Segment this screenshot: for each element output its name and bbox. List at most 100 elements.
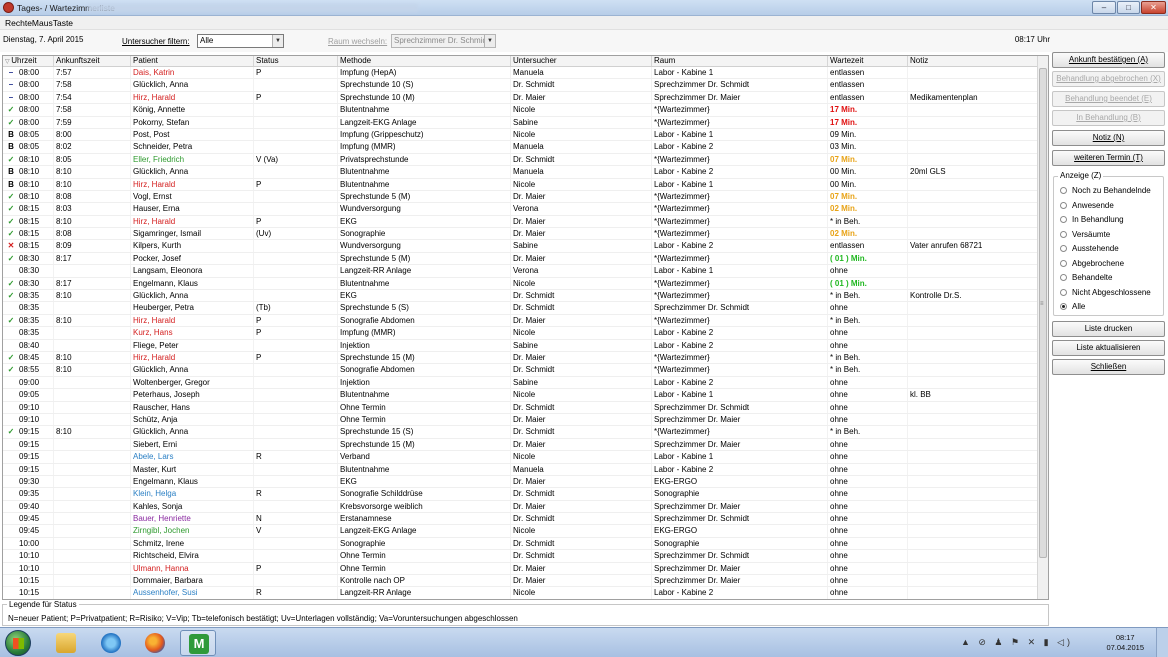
table-row[interactable]: 08:40 Fliege, Peter Injektion Sabine Labor -… [3, 339, 1038, 352]
table-row[interactable]: –08:00 7:54 Hirz, Harald P Sprechstunde 10 (… [3, 91, 1038, 105]
column-header-status[interactable]: Status [254, 56, 338, 66]
table-row[interactable]: 10:10 Ulmann, Hanna P Ohne Termin Dr. Maier S… [3, 562, 1038, 576]
cell-patient: Post, Post [131, 128, 254, 141]
table-row[interactable]: B 08:05 8:00 Post, Post Impfung (Grippeschut… [3, 128, 1038, 142]
display-option-radio[interactable]: In Behandlung [1060, 215, 1124, 226]
table-row[interactable]: ✓ 08:15 8:08 Sigamringer, Ismail (Uv) Sonogra… [3, 228, 1038, 241]
table-row[interactable]: ✓ 08:10 8:05 Eller, Friedrich V (Va) Privatsp… [3, 153, 1038, 167]
treatment-finished-button[interactable]: Behandlung beendet (E) [1052, 91, 1165, 107]
status-mark-icon: ✓ [7, 229, 15, 239]
column-header-time[interactable]: ▽ Uhrzeit [3, 56, 54, 66]
table-row[interactable]: 09:05 Peterhaus, Joseph Blutentnahme Nicole… [3, 389, 1038, 402]
column-header-wait[interactable]: Wartezeit [828, 56, 908, 66]
cell-room: Sonographie [652, 488, 828, 500]
table-row[interactable]: 09:10 Schütz, Anja Ohne Termin Dr. Maier Spr… [3, 413, 1038, 427]
cell-status: P [254, 91, 338, 104]
table-row[interactable]: B 08:10 8:10 Glücklich, Anna Blutentnahme Man… [3, 166, 1038, 179]
table-row[interactable]: 09:30 Engelmann, Klaus EKG Dr. Maier EKG-ERG… [3, 475, 1038, 489]
show-desktop-button[interactable] [1156, 628, 1168, 657]
table-row[interactable]: 10:00 Schmitz, Irene Sonographie Dr. Schmid… [3, 537, 1038, 551]
display-option-radio[interactable]: Alle [1060, 302, 1085, 313]
cell-examiner: Nicole [511, 277, 652, 290]
table-row[interactable]: ✓ 08:35 8:10 Glücklich, Anna EKG Dr. Schmidt *… [3, 290, 1038, 303]
next-appointment-button[interactable]: weiteren Termin (T) [1052, 150, 1165, 166]
taskbar-internet-explorer[interactable] [93, 630, 129, 656]
in-treatment-button[interactable]: In Behandlung (B) [1052, 110, 1165, 126]
table-row[interactable]: 09:45 Zirngibl, Jochen V Langzeit-EKG Anlag… [3, 525, 1038, 538]
table-row[interactable]: 09:10 Rauscher, Hans Ohne Termin Dr. Schmid… [3, 401, 1038, 414]
close-button[interactable]: Schließen [1052, 359, 1165, 375]
cell-status [254, 575, 338, 587]
confirm-arrival-button[interactable]: Ankunft bestätigen (A) [1052, 52, 1165, 68]
table-row[interactable]: 08:30 Langsam, Eleonora Langzeit-RR Anlage… [3, 265, 1038, 278]
column-header-examiner[interactable]: Untersucher [511, 56, 652, 66]
column-header-arrival[interactable]: Ankunftszeit [54, 56, 131, 66]
column-header-patient[interactable]: Patient [131, 56, 254, 66]
table-row[interactable]: 09:15 Master, Kurt Blutentnahme Manuela Labo… [3, 463, 1038, 476]
cell-time: 10:10 [3, 550, 54, 562]
cell-patient: Ulmann, Hanna [131, 562, 254, 575]
room-change-select[interactable]: Sprechzimmer Dr. Schmidt ▼ [391, 34, 496, 48]
table-row[interactable]: 10:15 Aussenhofer, Susi R Langzeit-RR Anlag… [3, 587, 1038, 599]
table-row[interactable]: B 08:10 8:10 Hirz, Harald P Blutentnahme Nicol… [3, 178, 1038, 191]
table-row[interactable]: 10:15 Dornmaier, Barbara Kontrolle nach OP… [3, 575, 1038, 588]
display-option-radio[interactable]: Noch zu Behandelnde [1060, 186, 1151, 197]
table-row[interactable]: 08:35 Kurz, Hans P Impfung (MMR) Nicole Labor… [3, 327, 1038, 340]
table-row[interactable]: 09:00 Woltenberger, Gregor Injektion Sabine… [3, 376, 1038, 390]
treatment-aborted-button[interactable]: Behandlung abgebrochen (X) [1052, 71, 1165, 87]
close-window-button[interactable]: ✕ [1141, 1, 1166, 14]
table-row[interactable]: ✓ 08:35 8:10 Hirz, Harald P Sonografie Abdome… [3, 314, 1038, 328]
cell-room: Labor - Kabine 2 [652, 339, 828, 351]
scrollbar-thumb[interactable] [1039, 68, 1047, 558]
column-header-method[interactable]: Methode [338, 56, 511, 66]
column-header-room[interactable]: Raum [652, 56, 828, 66]
print-list-button[interactable]: Liste drucken [1052, 321, 1165, 337]
table-row[interactable]: ✓ 08:30 8:17 Engelmann, Klaus Blutentnahme Ni… [3, 277, 1038, 291]
vertical-scrollbar[interactable]: ≡ [1037, 56, 1048, 599]
display-option-radio[interactable]: Nicht Abgeschlossene [1060, 288, 1151, 299]
table-row[interactable]: 10:10 Richtscheid, Elvira Ohne Termin Dr. S… [3, 550, 1038, 563]
taskbar-medical-app[interactable]: M [180, 630, 216, 656]
system-tray-icons[interactable]: ▲ ⊘ ♟ ⚑ ✕ ▮ ◁) [961, 637, 1073, 648]
table-row[interactable]: 09:35 Klein, Helga R Sonografie Schilddrüse… [3, 488, 1038, 501]
table-row[interactable]: 09:15 Abele, Lars R Verband Nicole Labor - Ka… [3, 451, 1038, 464]
cell-examiner: Dr. Schmidt [511, 364, 652, 376]
column-header-note[interactable]: Notiz [908, 56, 1038, 66]
table-row[interactable]: ✓ 08:15 8:10 Hirz, Harald P EKG Dr. Maier *{War… [3, 215, 1038, 229]
cell-room: EKG-ERGO [652, 475, 828, 488]
refresh-list-button[interactable]: Liste aktualisieren [1052, 340, 1165, 356]
table-row[interactable]: ✓ 08:15 8:03 Hauser, Erna Wundversorgung Vero… [3, 203, 1038, 216]
display-option-radio[interactable]: Behandelte [1060, 273, 1112, 284]
display-option-radio[interactable]: Versäumte [1060, 230, 1110, 241]
note-button[interactable]: Notiz (N) [1052, 130, 1165, 146]
taskbar-explorer[interactable] [48, 630, 84, 656]
cell-arrival: 8:10 [54, 314, 131, 327]
table-row[interactable]: ✓ 08:00 7:58 König, Annette Blutentnahme Nico… [3, 104, 1038, 117]
maximize-button[interactable]: □ [1117, 1, 1140, 14]
table-row[interactable]: ✓ 08:00 7:59 Pokorny, Stefan Langzeit-EKG An… [3, 116, 1038, 129]
table-row[interactable]: ✓ 08:10 8:08 Vogl, Ernst Sprechstunde 5 (M) D… [3, 190, 1038, 204]
table-row[interactable]: ✕ 08:15 8:09 Kilpers, Kurth Wundversorgung Sa… [3, 240, 1038, 253]
table-row[interactable]: –08:00 7:57 Dais, Katrin P Impfung (HepA) Man… [3, 67, 1038, 80]
minimize-button[interactable]: – [1092, 1, 1116, 14]
display-option-radio[interactable]: Abgebrochene [1060, 259, 1124, 270]
menu-rechtemaustaste[interactable]: RechteMausTaste [5, 18, 73, 28]
taskbar-clock[interactable]: 08:17 07.04.2015 [1106, 633, 1144, 653]
table-row[interactable]: 08:35 Heuberger, Petra (Tb) Sprechstunde 5 … [3, 302, 1038, 315]
taskbar-firefox[interactable] [137, 630, 173, 656]
table-row[interactable]: 09:40 Kahles, Sonja Krebsvorsorge weiblich… [3, 500, 1038, 514]
cell-patient: Peterhaus, Joseph [131, 389, 254, 401]
display-option-radio[interactable]: Ausstehende [1060, 244, 1119, 255]
table-row[interactable]: 09:45 Bauer, Henriette N Erstanamnese Dr. Sc… [3, 513, 1038, 526]
table-row[interactable]: ✓ 08:45 8:10 Hirz, Harald P Sprechstunde 15 (… [3, 351, 1038, 365]
table-row[interactable]: ✓ 09:15 8:10 Glücklich, Anna Sprechstunde 15… [3, 426, 1038, 439]
examiner-filter-select[interactable]: Alle ▼ [197, 34, 284, 48]
cell-arrival: 8:00 [54, 128, 131, 141]
table-row[interactable]: ✓ 08:30 8:17 Pocker, Josef Sprechstunde 5 (M… [3, 252, 1038, 266]
table-row[interactable]: B 08:05 8:02 Schneider, Petra Impfung (MMR) M… [3, 141, 1038, 154]
start-button[interactable] [5, 630, 31, 656]
table-row[interactable]: –08:00 7:58 Glücklich, Anna Sprechstunde 10… [3, 79, 1038, 92]
table-row[interactable]: ✓ 08:55 8:10 Glücklich, Anna Sonografie Abdo… [3, 364, 1038, 377]
display-option-radio[interactable]: Anwesende [1060, 201, 1114, 212]
table-row[interactable]: 09:15 Siebert, Erni Sprechstunde 15 (M) Dr.… [3, 438, 1038, 452]
